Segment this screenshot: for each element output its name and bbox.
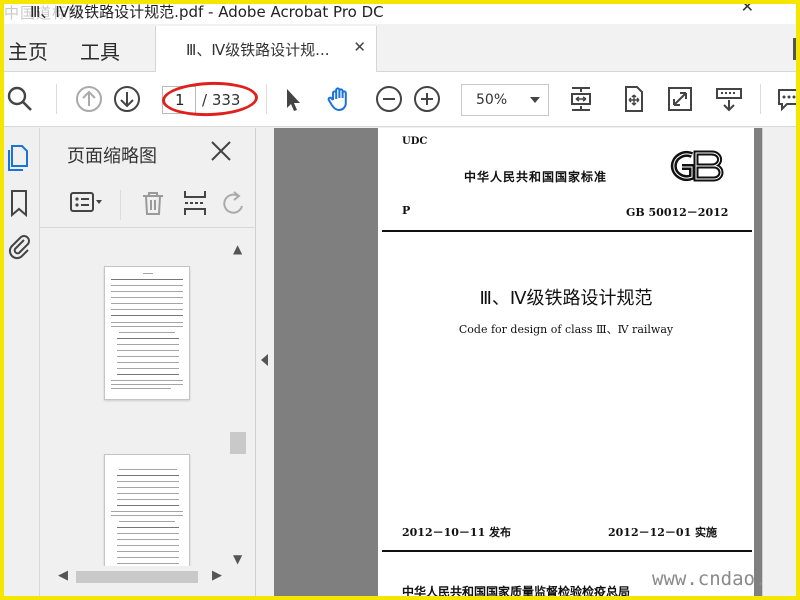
panel-divider bbox=[120, 190, 121, 220]
issue-date: 2012－10－11 发布 bbox=[402, 526, 512, 539]
chevron-down-icon bbox=[530, 97, 540, 103]
hand-tool-icon[interactable] bbox=[325, 84, 355, 114]
toolbar-divider bbox=[266, 84, 267, 114]
document-title-cn: Ⅲ、Ⅳ级铁路设计规范 bbox=[479, 288, 653, 309]
scroll-down-icon[interactable]: ▼ bbox=[233, 552, 242, 566]
prev-page-icon[interactable] bbox=[74, 84, 104, 114]
read-mode-icon[interactable] bbox=[714, 84, 744, 114]
zoom-select[interactable]: 50% bbox=[461, 84, 549, 116]
close-panel-icon[interactable] bbox=[208, 138, 234, 164]
issuing-authority: 中华人民共和国国家质量监督检验检疫总局 bbox=[402, 585, 631, 599]
scroll-left-icon[interactable]: ◀ bbox=[58, 568, 68, 583]
window-close-icon[interactable]: ✕ bbox=[741, 0, 754, 16]
page-thumbnail[interactable] bbox=[104, 454, 190, 566]
site-watermark: www.cndao. bbox=[652, 568, 767, 590]
panel-title: 页面缩略图 bbox=[67, 146, 157, 167]
thumbnail-vertical-scrollbar[interactable]: ▲ ▼ bbox=[230, 240, 246, 570]
divider-line bbox=[382, 550, 752, 552]
toolbar-divider bbox=[56, 84, 57, 114]
next-page-icon[interactable] bbox=[112, 84, 142, 114]
scrollbar-thumb[interactable] bbox=[76, 571, 198, 583]
scroll-up-icon[interactable]: ▲ bbox=[233, 242, 242, 256]
attachment-icon[interactable] bbox=[6, 230, 32, 260]
collapse-arrow-icon bbox=[261, 354, 268, 366]
tab-tools[interactable]: 工具 bbox=[80, 36, 120, 65]
navigation-rail bbox=[0, 128, 40, 596]
window-title: Ⅲ、Ⅳ级铁路设计规范.pdf - Adobe Acrobat Pro DC bbox=[30, 3, 384, 21]
udc-label: UDC bbox=[402, 136, 428, 147]
page-thumbnail[interactable] bbox=[104, 266, 190, 400]
thumbnail-horizontal-scrollbar[interactable]: ◀ ▶ bbox=[50, 568, 228, 586]
toolbar-divider bbox=[760, 84, 761, 114]
document-title-en: Code for design of class Ⅲ、Ⅳ railway bbox=[458, 323, 674, 336]
scroll-right-icon[interactable]: ▶ bbox=[212, 568, 222, 583]
fit-page-icon[interactable] bbox=[566, 84, 596, 114]
gb-logo bbox=[662, 148, 726, 184]
pdf-page: UDC 中华人民共和国国家标准 P GB 50012－2012 Ⅲ、Ⅳ级铁路设计… bbox=[378, 128, 754, 600]
thumbnails-panel: 页面缩略图 ▲ ▼ ◀ ▶ bbox=[40, 128, 256, 596]
document-view[interactable]: UDC 中华人民共和国国家标准 P GB 50012－2012 Ⅲ、Ⅳ级铁路设计… bbox=[274, 128, 762, 600]
select-cursor-icon[interactable] bbox=[278, 84, 308, 114]
title-bar: 中国道标网 Ⅲ、Ⅳ级铁路设计规范.pdf - Adobe Acrobat Pro… bbox=[0, 0, 800, 24]
standard-code: GB 50012－2012 bbox=[626, 206, 729, 219]
scrollbar-thumb[interactable] bbox=[230, 432, 246, 454]
zoom-in-icon[interactable] bbox=[412, 84, 442, 114]
main-toolbar: 1 / 333 50% bbox=[0, 72, 800, 127]
tab-scroll-indicator bbox=[793, 38, 796, 60]
bookmark-icon[interactable] bbox=[6, 188, 32, 218]
divider-line bbox=[382, 230, 752, 232]
tab-home[interactable]: 主页 bbox=[8, 36, 48, 65]
zoom-value: 50% bbox=[476, 92, 508, 108]
insert-page-icon[interactable] bbox=[180, 188, 210, 218]
national-standard-label: 中华人民共和国国家标准 bbox=[464, 170, 608, 184]
scroll-mode-icon[interactable] bbox=[618, 84, 648, 114]
implementation-date: 2012－12－01 实施 bbox=[608, 526, 718, 539]
document-tab-label: Ⅲ、Ⅳ级铁路设计规... bbox=[186, 41, 330, 59]
search-icon[interactable] bbox=[5, 84, 35, 114]
thumbnail-list[interactable]: 213 bbox=[48, 240, 236, 566]
panel-toolbar bbox=[40, 180, 256, 228]
tab-document[interactable]: Ⅲ、Ⅳ级铁路设计规... ✕ bbox=[155, 26, 377, 73]
rotate-icon[interactable] bbox=[218, 188, 248, 218]
classification-label: P bbox=[402, 204, 411, 217]
tab-bar: 主页 工具 Ⅲ、Ⅳ级铁路设计规... ✕ bbox=[0, 24, 800, 73]
full-screen-icon[interactable] bbox=[665, 84, 695, 114]
close-tab-icon[interactable]: ✕ bbox=[353, 38, 366, 56]
comment-icon[interactable] bbox=[774, 84, 800, 114]
panel-collapse-handle[interactable] bbox=[256, 128, 274, 596]
delete-icon[interactable] bbox=[138, 188, 168, 218]
right-panel-strip bbox=[762, 128, 796, 596]
page-thumbnails-icon[interactable] bbox=[6, 142, 32, 172]
thumbnail-options-icon[interactable] bbox=[68, 188, 108, 218]
zoom-out-icon[interactable] bbox=[374, 84, 404, 114]
